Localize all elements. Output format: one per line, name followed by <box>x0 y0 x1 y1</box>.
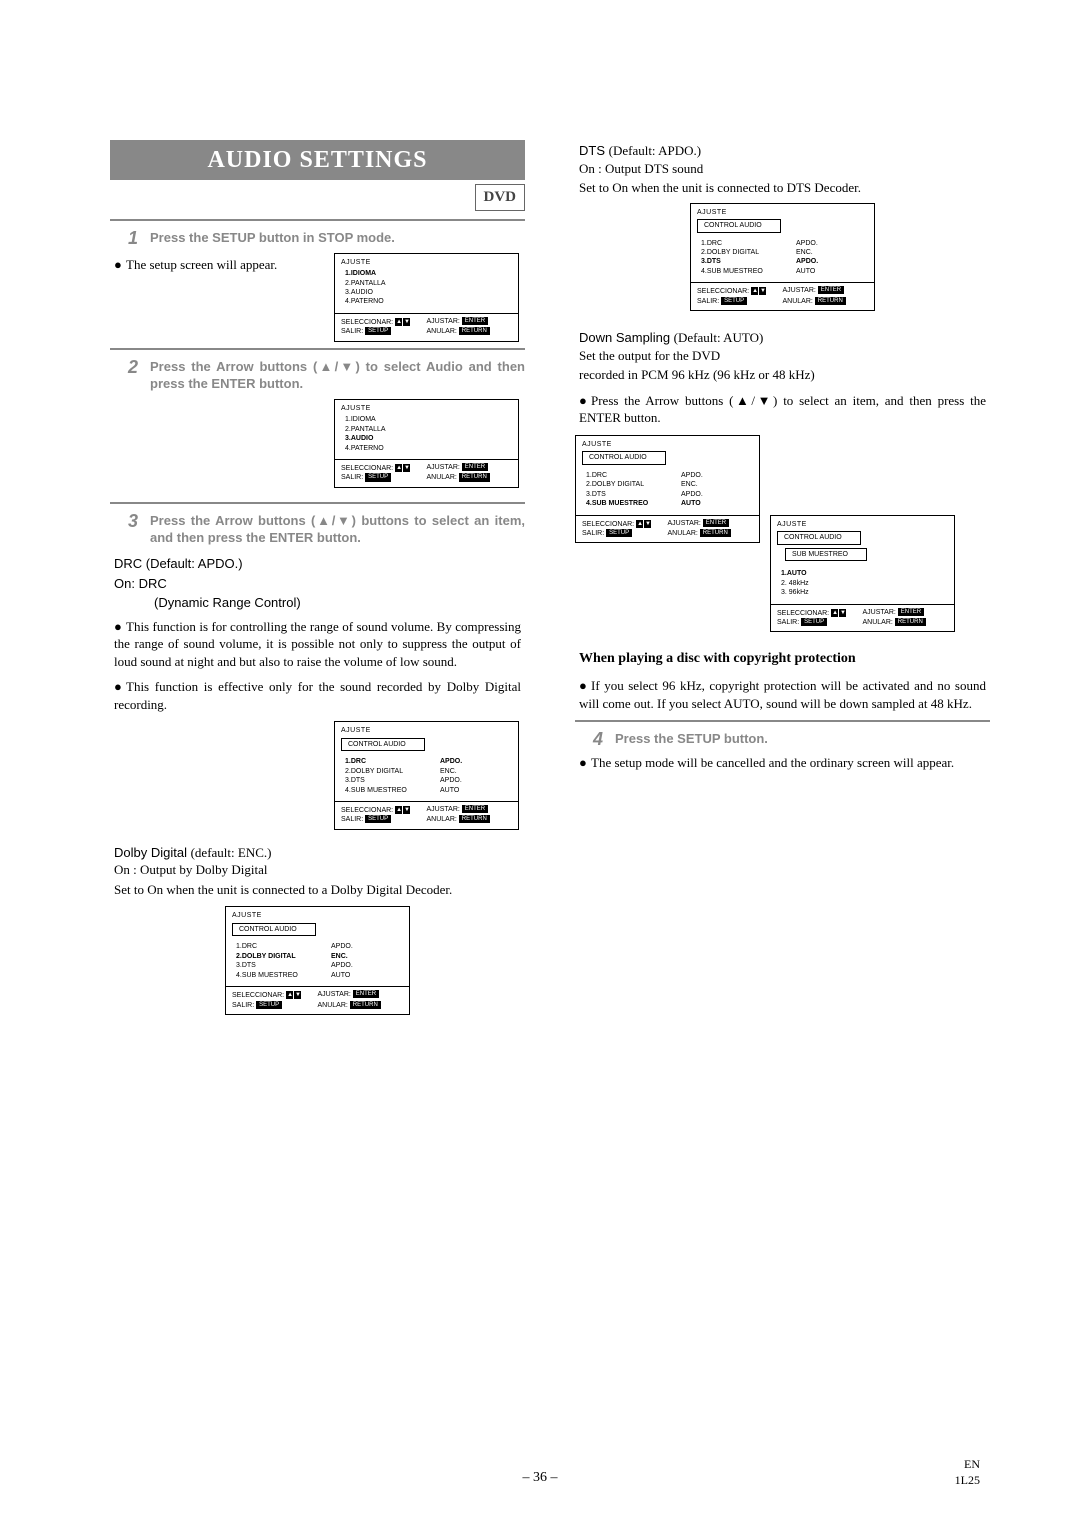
step-text: Press the Arrow buttons (▲/▼) buttons to… <box>150 512 525 547</box>
step-4: 4 Press the SETUP button. <box>593 730 990 748</box>
page-number: – 36 – <box>0 1469 1080 1488</box>
step-3: 3 Press the Arrow buttons (▲/▼) buttons … <box>128 512 525 547</box>
dvd-badge: DVD <box>475 184 526 210</box>
osd-subtitle: CONTROL AUDIO <box>232 923 316 936</box>
osd-panel-main: AJUSTE 1.IDIOMA 2.PANTALLA 3.AUDIO 4.PAT… <box>334 253 519 342</box>
step-number: 4 <box>593 730 603 748</box>
body-text: ●If you select 96 kHz, copyright protect… <box>579 677 986 712</box>
osd-item: 3.AUDIO <box>345 434 512 443</box>
osd-item: 3. 96kHz <box>781 588 948 597</box>
step-number: 2 <box>128 358 138 376</box>
osd-pair: AJUSTE CONTROL AUDIO 1.DRCAPDO. 2.DOLBY … <box>575 435 990 633</box>
osd-footer: SELECCIONAR: ▲▼ AJUSTAR: ENTER SALIR: SE… <box>335 459 518 487</box>
step-number: 3 <box>128 512 138 530</box>
dts-heading: DTS (Default: APDO.) <box>579 142 986 160</box>
divider <box>110 219 525 221</box>
osd-panel-sub-left: AJUSTE CONTROL AUDIO 1.DRCAPDO. 2.DOLBY … <box>575 435 760 544</box>
osd-subtitle: CONTROL AUDIO <box>582 451 666 464</box>
dolby-on: On : Output by Dolby Digital <box>114 861 525 879</box>
osd-title: AJUSTE <box>777 520 948 529</box>
step-text: Press the Arrow buttons (▲/▼) to select … <box>150 358 525 393</box>
dolby-heading: Dolby Digital (default: ENC.) <box>114 844 521 862</box>
drc-sub: (Dynamic Range Control) <box>154 594 521 612</box>
osd-item: 3.AUDIO <box>345 288 512 297</box>
osd-title: AJUSTE <box>341 404 512 413</box>
section-title: AUDIO SETTINGS <box>110 140 525 180</box>
osd-item: 1.IDIOMA <box>345 269 512 278</box>
osd-item: 2.PANTALLA <box>345 425 512 434</box>
divider <box>110 348 525 350</box>
osd-panel-drc: AJUSTE CONTROL AUDIO 1.DRCAPDO. 2.DOLBY … <box>334 721 519 830</box>
osd-subtitle-inner: SUB MUESTREO <box>785 548 867 561</box>
osd-item: 1.AUTO <box>781 569 948 578</box>
osd-panel-main-audio: AJUSTE 1.IDIOMA 2.PANTALLA 3.AUDIO 4.PAT… <box>334 399 519 488</box>
drc-on: On: DRC <box>114 575 521 593</box>
osd-footer: SELECCIONAR: ▲▼ AJUSTAR: ENTER SALIR: SE… <box>771 604 954 632</box>
osd-footer: SELECCIONAR: ▲▼ AJUSTAR: ENTER SALIR: SE… <box>576 515 759 543</box>
body-text: recorded in PCM 96 kHz (96 kHz or 48 kHz… <box>579 366 986 384</box>
body-text: ●Press the Arrow buttons (▲/▼) to select… <box>579 392 986 427</box>
osd-footer: SELECCIONAR: ▲▼ AJUSTAR: ENTER SALIR: SE… <box>335 801 518 829</box>
body-text: ●This function is effective only for the… <box>114 678 521 713</box>
osd-title: AJUSTE <box>341 726 512 735</box>
text: The setup screen will appear. <box>126 257 277 272</box>
step-text: Press the SETUP button. <box>615 730 990 748</box>
osd-title: AJUSTE <box>232 911 403 920</box>
body-text: Set the output for the DVD <box>579 347 990 365</box>
osd-subtitle: CONTROL AUDIO <box>341 738 425 751</box>
osd-subtitle: CONTROL AUDIO <box>777 531 861 544</box>
drc-heading: DRC (Default: APDO.) <box>114 555 521 573</box>
body-text: ●This function is for controlling the ra… <box>114 618 521 671</box>
divider <box>575 720 990 722</box>
osd-footer: SELECCIONAR: ▲▼ AJUSTAR: ENTER SALIR: SE… <box>691 282 874 310</box>
osd-panel-sub-right: AJUSTE CONTROL AUDIO SUB MUESTREO 1.AUTO… <box>770 515 955 633</box>
body-text: Set to On when the unit is connected to … <box>114 881 521 899</box>
copyright-heading: When playing a disc with copyright prote… <box>579 650 986 669</box>
osd-footer: SELECCIONAR: ▲▼ AJUSTAR: ENTER SALIR: SE… <box>335 313 518 341</box>
osd-title: AJUSTE <box>697 208 868 217</box>
osd-title: AJUSTE <box>341 258 512 267</box>
step-1: 1 Press the SETUP button in STOP mode. <box>128 229 525 247</box>
body-text: Set to On when the unit is connected to … <box>579 179 986 197</box>
osd-item: 2. 48kHz <box>781 579 948 588</box>
step-2: 2 Press the Arrow buttons (▲/▼) to selec… <box>128 358 525 393</box>
osd-title: AJUSTE <box>582 440 753 449</box>
osd-item: 4.PATERNO <box>345 444 512 453</box>
osd-item: 1.IDIOMA <box>345 415 512 424</box>
step-text: Press the SETUP button in STOP mode. <box>150 229 525 247</box>
osd-panel-dolby: AJUSTE CONTROL AUDIO 1.DRCAPDO. 2.DOLBY … <box>225 906 410 1015</box>
body-text: ●The setup mode will be cancelled and th… <box>579 754 986 772</box>
ds-heading: Down Sampling (Default: AUTO) <box>579 329 986 347</box>
doc-code: EN1L25 <box>955 1456 980 1488</box>
dts-on: On : Output DTS sound <box>579 160 990 178</box>
body-text: ●The setup screen will appear. <box>114 256 334 274</box>
osd-panel-dts: AJUSTE CONTROL AUDIO 1.DRCAPDO. 2.DOLBY … <box>690 203 875 312</box>
osd-footer: SELECCIONAR: ▲▼ AJUSTAR: ENTER SALIR: SE… <box>226 986 409 1014</box>
divider <box>110 502 525 504</box>
osd-item: 4.PATERNO <box>345 297 512 306</box>
bullet: ● <box>114 256 126 274</box>
osd-item: 2.PANTALLA <box>345 279 512 288</box>
step-number: 1 <box>128 229 138 247</box>
osd-subtitle: CONTROL AUDIO <box>697 219 781 232</box>
